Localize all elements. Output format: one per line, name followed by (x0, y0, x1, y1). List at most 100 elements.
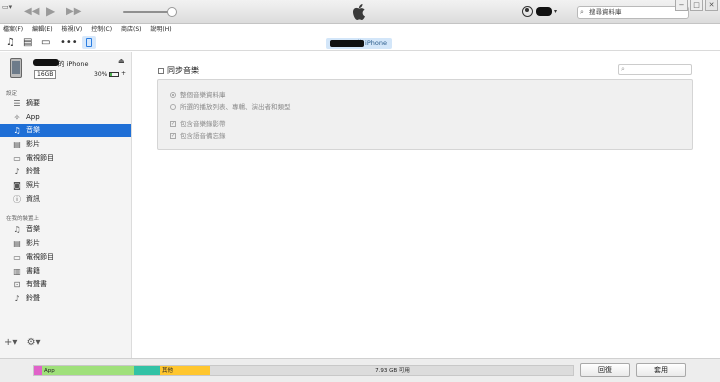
minimize-button[interactable]: − (675, 0, 688, 11)
sidebar-item-photos[interactable]: ◙ 照片 (0, 179, 131, 192)
sidebar-item-summary[interactable]: ☰ 摘要 (0, 97, 131, 110)
device-owner-redacted (33, 59, 59, 66)
search-input[interactable]: ⌕ 搜尋資料庫 (577, 6, 689, 19)
battery-percent: 30% (94, 71, 108, 78)
radio-selected[interactable] (170, 92, 176, 98)
chevron-down-icon[interactable]: ▾ (554, 8, 557, 15)
sidebar-item-device-movies[interactable]: ▤ 影片 (0, 237, 131, 250)
more-icon[interactable]: ••• (60, 37, 78, 49)
music-search-input[interactable]: ⌕ (618, 64, 692, 75)
music-note-icon[interactable]: ♫ (6, 37, 15, 49)
iphone-thumbnail-icon (10, 58, 22, 78)
sidebar-footer: +▾ ⚙▾ (4, 337, 41, 348)
sidebar-item-tones[interactable]: ♪ 鈴聲 (0, 165, 131, 178)
checkbox-checked[interactable]: ✓ (170, 133, 176, 139)
checkbox-checked[interactable]: ✓ (170, 121, 176, 127)
next-track-icon[interactable]: ▶▶ (66, 7, 81, 17)
sidebar-item-music[interactable]: ♫ 音樂 (0, 124, 131, 137)
iphone-icon (86, 38, 92, 47)
summary-icon: ☰ (13, 99, 21, 108)
sidebar-item-label: App (26, 113, 40, 121)
window-menu-icon[interactable]: ▭▾ (2, 2, 12, 12)
include-videos-label: 包含音樂錄影帶 (180, 120, 226, 128)
volume-slider[interactable] (123, 11, 173, 13)
sidebar-item-info[interactable]: ⓘ 資訊 (0, 193, 131, 206)
checkbox-box[interactable] (158, 67, 164, 74)
storage-segment-photos (134, 366, 160, 375)
sidebar-item-label: 有聲書 (26, 280, 47, 288)
add-icon[interactable]: +▾ (4, 337, 17, 348)
radio-unselected[interactable] (170, 104, 176, 110)
sidebar-item-device-tones[interactable]: ♪ 鈴聲 (0, 292, 131, 305)
sync-music-label: 同步音樂 (167, 66, 199, 75)
menu-file[interactable]: 檔案(F) (3, 26, 23, 33)
account-name-redacted[interactable] (536, 7, 552, 16)
selected-items-radio[interactable]: 所選的播放列表、專輯、演出者和類型 (170, 101, 291, 111)
music-note-icon: ♫ (13, 126, 21, 135)
revert-button[interactable]: 回復 (580, 363, 630, 377)
tv-icon[interactable]: ▭ (41, 37, 50, 49)
sidebar-item-device-books[interactable]: ▥ 書籍 (0, 265, 131, 278)
storage-segment-app: App (42, 366, 134, 375)
sidebar-item-label: 摘要 (26, 99, 40, 107)
sidebar-item-tv-shows[interactable]: ▭ 電視節目 (0, 152, 131, 165)
close-button[interactable]: ✕ (705, 0, 718, 11)
on-device-section-label: 在我的裝置上 (6, 216, 40, 222)
settings-section-label: 設定 (6, 91, 18, 97)
app-icon: ✧ (13, 113, 21, 122)
sidebar-item-label: 照片 (26, 181, 40, 189)
menu-edit[interactable]: 編輯(E) (32, 26, 52, 33)
storage-bar: App 其他 7.93 GB 可用 (33, 365, 574, 376)
storage-segment-other: 其他 (160, 366, 210, 375)
entire-library-radio[interactable]: 整個音樂資料庫 (170, 89, 226, 99)
sidebar-item-label: 電視節目 (26, 154, 54, 162)
play-icon[interactable]: ▶ (46, 5, 55, 17)
apply-button[interactable]: 套用 (636, 363, 686, 377)
bell-icon: ♪ (14, 167, 20, 176)
menu-view[interactable]: 檢視(V) (61, 26, 82, 33)
menu-bar: 檔案(F) 編輯(E) 檢視(V) 控制(C) 商店(S) 說明(H) (0, 24, 720, 35)
previous-track-icon[interactable]: ◀◀ (24, 7, 39, 17)
sidebar-item-label: 鈴聲 (26, 167, 40, 175)
sidebar-item-label: 音樂 (26, 225, 40, 233)
maximize-button[interactable]: □ (690, 0, 703, 11)
redacted-name (330, 40, 364, 47)
info-icon: ⓘ (13, 195, 21, 204)
title-bar: ▭▾ ◀◀ ▶ ▶▶ ▾ ⌕ 搜尋資料庫 − □ ✕ (0, 0, 720, 24)
battery-icon (109, 72, 119, 77)
search-icon: ⌕ (580, 8, 584, 16)
menu-controls[interactable]: 控制(C) (91, 26, 112, 33)
sidebar-item-device-tv-shows[interactable]: ▭ 電視節目 (0, 251, 131, 264)
window-controls: − □ ✕ (675, 0, 718, 11)
include-voice-memos-label: 包含語音備忘錄 (180, 132, 226, 140)
capacity-badge: 16GB (34, 70, 57, 79)
music-sync-panel: 同步音樂 ⌕ 整個音樂資料庫 所選的播放列表、專輯、演出者和類型 ✓ 包含音樂錄影… (133, 52, 720, 358)
sidebar: 的 iPhone ⏏ 16GB 30% + 設定 ☰ 摘要 ✧ App ♫ 音樂… (0, 52, 132, 358)
device-button[interactable] (82, 36, 96, 49)
sync-music-checkbox[interactable]: 同步音樂 (158, 65, 199, 76)
search-placeholder: 搜尋資料庫 (589, 8, 622, 16)
gear-icon[interactable]: ⚙▾ (27, 337, 41, 348)
menu-store[interactable]: 商店(S) (121, 26, 142, 33)
eject-icon[interactable]: ⏏ (118, 57, 125, 65)
sidebar-item-device-audiobooks[interactable]: ⊡ 有聲書 (0, 278, 131, 291)
sidebar-item-label: 音樂 (26, 126, 40, 134)
sidebar-item-movies[interactable]: ▤ 影片 (0, 138, 131, 151)
bell-icon: ♪ (14, 294, 20, 303)
sidebar-item-device-music[interactable]: ♫ 音樂 (0, 223, 131, 236)
include-videos-checkbox[interactable]: ✓ 包含音樂錄影帶 (170, 118, 226, 128)
search-icon: ⌕ (621, 65, 625, 73)
menu-help[interactable]: 說明(H) (150, 26, 171, 33)
apple-logo-icon (353, 3, 365, 20)
charging-icon: + (121, 70, 127, 77)
tv-icon: ▭ (13, 253, 21, 262)
sidebar-item-label: 鈴聲 (26, 294, 40, 302)
volume-knob[interactable] (167, 7, 177, 17)
film-icon: ▤ (13, 239, 21, 248)
film-icon[interactable]: ▤ (23, 37, 32, 49)
include-voice-memos-checkbox[interactable]: ✓ 包含語音備忘錄 (170, 130, 226, 140)
storage-segment-audio (34, 366, 42, 375)
device-name-pill[interactable]: 的 iPhone (326, 38, 392, 49)
sidebar-item-label: 影片 (26, 239, 40, 247)
sidebar-item-app[interactable]: ✧ App (0, 111, 131, 124)
